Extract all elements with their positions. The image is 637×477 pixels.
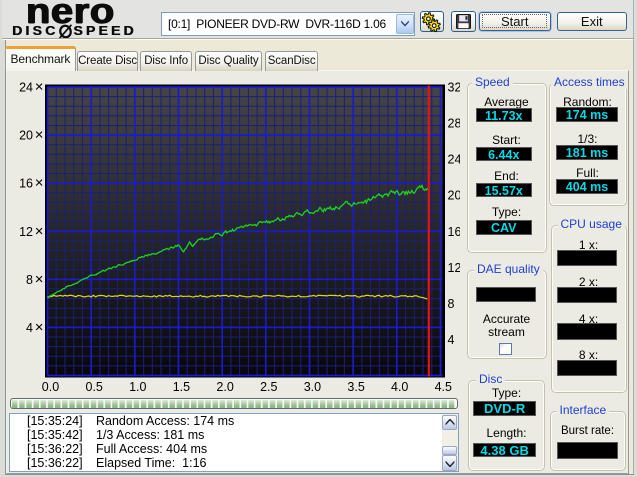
svg-text:×: ×	[35, 127, 44, 144]
svg-text:×: ×	[35, 319, 44, 336]
svg-text:×: ×	[35, 175, 44, 192]
svg-text:×: ×	[35, 271, 44, 288]
svg-text:0.0: 0.0	[42, 380, 59, 394]
svg-text:12: 12	[448, 261, 461, 275]
svg-text:12: 12	[19, 225, 33, 239]
svg-text:8: 8	[448, 297, 455, 311]
svg-text:24: 24	[448, 153, 461, 167]
svg-text:4.0: 4.0	[391, 380, 408, 394]
svg-text:28: 28	[448, 117, 461, 131]
svg-text:32: 32	[448, 81, 461, 95]
svg-text:8: 8	[26, 273, 33, 287]
svg-text:20: 20	[19, 129, 33, 143]
svg-text:16: 16	[448, 225, 461, 239]
svg-text:1.0: 1.0	[129, 380, 146, 394]
svg-text:4: 4	[26, 321, 33, 335]
svg-text:16: 16	[19, 177, 33, 191]
svg-text:0.5: 0.5	[86, 380, 103, 394]
svg-text:×: ×	[35, 79, 44, 96]
svg-text:1.5: 1.5	[173, 380, 190, 394]
svg-text:20: 20	[448, 189, 461, 203]
svg-text:2.5: 2.5	[260, 380, 277, 394]
svg-text:×: ×	[35, 223, 44, 240]
svg-text:4: 4	[448, 333, 455, 347]
svg-text:3.5: 3.5	[347, 380, 364, 394]
svg-text:4.5: 4.5	[435, 380, 452, 394]
svg-text:24: 24	[19, 81, 33, 95]
svg-text:3.0: 3.0	[304, 380, 321, 394]
svg-text:2.0: 2.0	[216, 380, 233, 394]
